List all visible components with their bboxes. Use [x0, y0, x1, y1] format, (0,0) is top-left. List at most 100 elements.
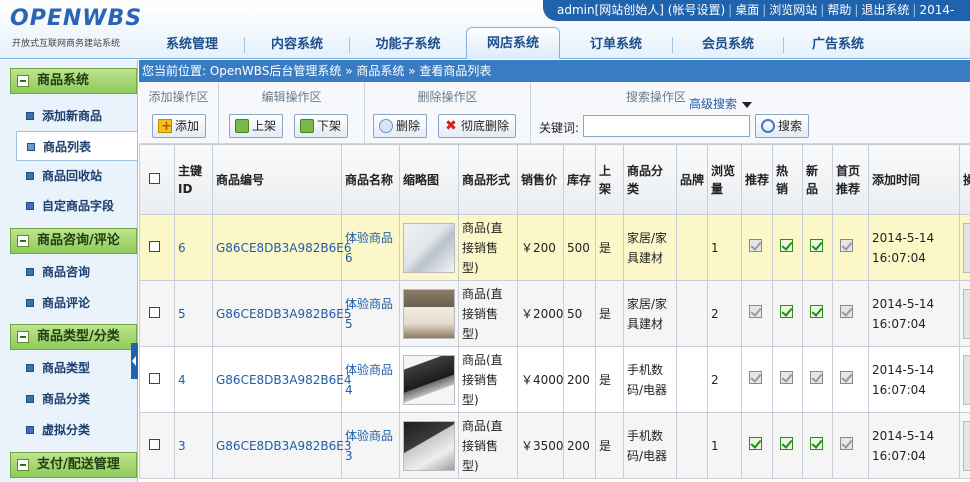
name-link[interactable]: 体验商品4 [345, 363, 393, 397]
cell-id[interactable]: 5 [174, 280, 213, 347]
new-toggle-icon[interactable] [810, 436, 823, 450]
desktop-link[interactable]: 桌面 [735, 3, 759, 17]
cell-name[interactable]: 体验商品4 [341, 346, 400, 413]
hot-toggle-icon[interactable] [780, 238, 793, 252]
col-header-hot[interactable]: 热销 [772, 144, 803, 215]
hot-toggle-icon[interactable] [780, 304, 793, 318]
recommend-toggle-icon[interactable] [749, 238, 762, 252]
col-header-id[interactable]: 主键ID [174, 144, 213, 215]
sidebar-item-review[interactable]: 商品评论 [16, 288, 137, 318]
id-link[interactable]: 3 [178, 439, 186, 453]
table-row[interactable]: 6 G86CE8DB3A982B6E6 体验商品6 商品(直接销售型) ￥200 500 是… [139, 214, 970, 281]
recommend-toggle-icon[interactable] [749, 436, 762, 450]
tab-ad-system[interactable]: 广告系统 [784, 31, 892, 59]
col-header-brand[interactable]: 品牌 [676, 144, 708, 215]
cell-code[interactable]: G86CE8DB3A982B6E4 [212, 346, 351, 413]
col-header-new[interactable]: 新品 [802, 144, 833, 215]
cell-id[interactable]: 3 [174, 412, 213, 479]
row-checkbox[interactable] [149, 438, 160, 450]
account-settings-link[interactable]: admin[网站创始人] (帐号设置) [557, 3, 725, 17]
browse-site-link[interactable]: 浏览网站 [769, 3, 817, 17]
hot-toggle-icon[interactable] [780, 370, 793, 384]
laptop-thumbnail[interactable] [403, 354, 455, 405]
new-toggle-icon[interactable] [810, 238, 823, 252]
put-on-sale-button[interactable]: 上架 [229, 114, 284, 138]
advanced-search-dropdown[interactable]: 高级搜索 [689, 95, 752, 112]
new-toggle-icon[interactable] [810, 370, 823, 384]
row-edit-button[interactable] [963, 354, 970, 405]
sidebar-item-custom-fields[interactable]: 自定商品字段 [16, 191, 137, 221]
sidebar-section-goods[interactable]: 商品系统 [10, 68, 137, 94]
sidebar-item-goods-type[interactable]: 商品类型 [16, 353, 137, 383]
sidebar-section-payment[interactable]: 支付/配送管理 [10, 452, 137, 478]
sidebar-item-add-goods[interactable]: 添加新商品 [16, 101, 137, 131]
logo[interactable]: OPENWBS 开放式互联网商务建站系统 [10, 6, 141, 52]
row-checkbox[interactable] [149, 240, 160, 252]
col-header-views[interactable]: 浏览量 [707, 144, 742, 215]
home-recommend-toggle-icon[interactable] [840, 436, 853, 450]
cell-code[interactable]: G86CE8DB3A982B6E6 [212, 214, 351, 281]
name-link[interactable]: 体验商品3 [345, 429, 393, 463]
code-link[interactable]: G86CE8DB3A982B6E4 [216, 373, 351, 387]
tab-function-subsystem[interactable]: 功能子系统 [350, 31, 466, 59]
delete-button[interactable]: 删除 [373, 114, 428, 138]
row-checkbox[interactable] [149, 306, 160, 318]
sidebar-collapse-handle[interactable] [131, 343, 138, 379]
search-button[interactable]: 搜索 [755, 114, 810, 138]
col-header-category[interactable]: 商品分类 [623, 144, 677, 215]
tab-shop-system[interactable]: 网店系统 [466, 27, 560, 59]
col-header-form[interactable]: 商品形式 [458, 144, 518, 215]
sidebar-item-consult[interactable]: 商品咨询 [16, 257, 137, 287]
sidebar-item-goods-category[interactable]: 商品分类 [16, 384, 137, 414]
sidebar-item-goods-list[interactable]: 商品列表 [16, 131, 137, 161]
help-link[interactable]: 帮助 [827, 3, 851, 17]
row-edit-button[interactable] [963, 420, 970, 471]
keyword-input[interactable] [583, 115, 750, 137]
id-link[interactable]: 5 [178, 307, 186, 321]
cell-name[interactable]: 体验商品5 [341, 280, 400, 347]
chair-thumbnail[interactable] [403, 222, 455, 273]
home-recommend-toggle-icon[interactable] [840, 370, 853, 384]
add-button[interactable]: 添加 [152, 114, 207, 138]
col-header-recommend[interactable]: 推荐 [741, 144, 773, 215]
sidebar-item-recycle-bin[interactable]: 商品回收站 [16, 161, 137, 191]
cell-id[interactable]: 4 [174, 346, 213, 413]
table-row[interactable]: 5 G86CE8DB3A982B6E5 体验商品5 商品(直接销售型) ￥2000 50 是… [139, 280, 970, 347]
tab-member-system[interactable]: 会员系统 [673, 31, 783, 59]
cell-code[interactable]: G86CE8DB3A982B6E3 [212, 412, 351, 479]
row-checkbox[interactable] [149, 372, 160, 384]
col-header-date[interactable]: 添加时间 [868, 144, 960, 215]
hot-toggle-icon[interactable] [780, 436, 793, 450]
col-header-onsale[interactable]: 上架 [595, 144, 624, 215]
tab-system-management[interactable]: 系统管理 [140, 31, 244, 59]
sidebar-section-consult[interactable]: 商品咨询/评论 [10, 228, 137, 254]
name-link[interactable]: 体验商品5 [345, 297, 393, 331]
col-header-name[interactable]: 商品名称 [341, 144, 400, 215]
sidebar-item-virtual-category[interactable]: 虚拟分类 [16, 415, 137, 445]
col-header-stock[interactable]: 库存 [563, 144, 596, 215]
col-header-home[interactable]: 首页推荐 [832, 144, 869, 215]
tab-content-system[interactable]: 内容系统 [245, 31, 349, 59]
home-recommend-toggle-icon[interactable] [840, 304, 853, 318]
take-off-sale-button[interactable]: 下架 [294, 114, 349, 138]
table-row[interactable]: 4 G86CE8DB3A982B6E4 体验商品4 商品(直接销售型) ￥4000 200… [139, 346, 970, 413]
code-link[interactable]: G86CE8DB3A982B6E6 [216, 241, 351, 255]
logout-link[interactable]: 退出系统 [861, 3, 909, 17]
code-link[interactable]: G86CE8DB3A982B6E5 [216, 307, 351, 321]
cell-name[interactable]: 体验商品6 [341, 214, 400, 281]
id-link[interactable]: 6 [178, 241, 186, 255]
row-edit-button[interactable] [963, 222, 970, 273]
cell-code[interactable]: G86CE8DB3A982B6E5 [212, 280, 351, 347]
new-toggle-icon[interactable] [810, 304, 823, 318]
recommend-toggle-icon[interactable] [749, 370, 762, 384]
code-link[interactable]: G86CE8DB3A982B6E3 [216, 439, 351, 453]
home-recommend-toggle-icon[interactable] [840, 238, 853, 252]
table-row[interactable]: 3 G86CE8DB3A982B6E3 体验商品3 商品(直接销售型) ￥3500 200… [139, 412, 970, 479]
select-all-checkbox[interactable] [149, 172, 160, 184]
col-header-price[interactable]: 销售价 [517, 144, 564, 215]
sidebar-section-type[interactable]: 商品类型/分类 [10, 324, 137, 350]
row-edit-button[interactable] [963, 288, 970, 339]
id-link[interactable]: 4 [178, 373, 186, 387]
recommend-toggle-icon[interactable] [749, 304, 762, 318]
bed-thumbnail[interactable] [403, 288, 455, 339]
